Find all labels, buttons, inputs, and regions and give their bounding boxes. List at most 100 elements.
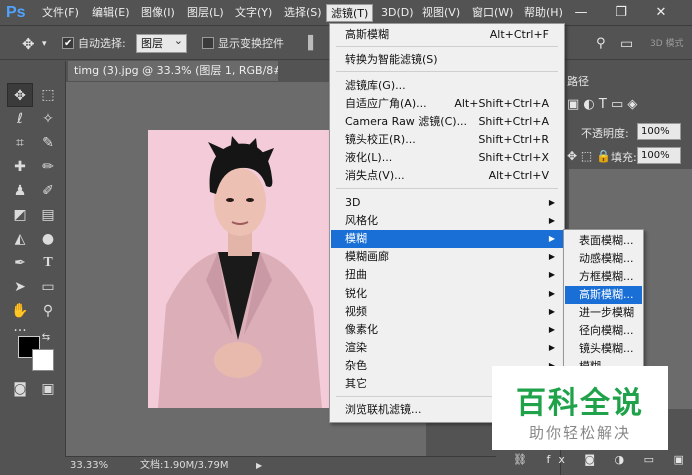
menu-edit[interactable]: 编辑(E): [88, 4, 134, 22]
menu-item-stylize[interactable]: 风格化 ▶: [331, 212, 563, 230]
menu-help[interactable]: 帮助(H): [520, 4, 567, 22]
menu-item-pixelate[interactable]: 像素化 ▶: [331, 321, 563, 339]
background-color-swatch[interactable]: [32, 349, 54, 371]
opacity-input[interactable]: 100%: [637, 123, 681, 140]
eraser-tool-icon[interactable]: ◩: [7, 203, 33, 227]
menu-item-vanishing-point[interactable]: 消失点(V)... Alt+Ctrl+V: [331, 167, 563, 185]
submenu-arrow-icon: ▶: [548, 289, 555, 298]
menu-filter[interactable]: 滤镜(T): [326, 4, 374, 22]
move-tool-icon[interactable]: ✥: [7, 83, 33, 107]
auto-select-dropdown[interactable]: 图层: [136, 32, 187, 53]
minimize-icon[interactable]: —: [566, 3, 596, 23]
menu-separator: [336, 46, 558, 47]
submenu-item-blur-more[interactable]: 进一步模糊: [565, 304, 642, 322]
watermark-subtitle: 助你轻松解决: [528, 424, 631, 442]
checkbox-icon[interactable]: [202, 37, 214, 49]
filter-menu: 高斯模糊 Alt+Ctrl+F 转换为智能滤镜(S) 滤镜库(G)... 自适应广…: [329, 23, 565, 423]
move-tool-icon[interactable]: ✥: [22, 35, 35, 53]
show-transform-label: 显示变换控件: [218, 37, 284, 50]
menu-separator: [336, 188, 558, 189]
submenu-item-radial-blur[interactable]: 径向模糊...: [565, 322, 642, 340]
menu-item-blur[interactable]: 模糊 ▶: [331, 230, 563, 248]
submenu-item-motion-blur[interactable]: 动感模糊...: [565, 250, 642, 268]
path-selection-tool-icon[interactable]: ➤: [7, 275, 33, 299]
menu-image[interactable]: 图像(I): [137, 4, 179, 22]
portrait-illustration: [148, 130, 330, 408]
menu-view[interactable]: 视图(V): [418, 4, 464, 22]
submenu-item-lens-blur[interactable]: 镜头模糊...: [565, 340, 642, 358]
fill-label: 填充:: [611, 151, 637, 164]
chevron-down-icon[interactable]: ▾: [42, 35, 47, 53]
menu-type[interactable]: 文字(Y): [231, 4, 276, 22]
dodge-tool-icon[interactable]: ●: [35, 227, 61, 251]
menu-layer[interactable]: 图层(L): [183, 4, 228, 22]
show-transform-checkbox[interactable]: 显示变换控件: [202, 35, 284, 53]
submenu-item-box-blur[interactable]: 方框模糊...: [565, 268, 642, 286]
lock-icon[interactable]: ✥ ⬚ 🔒: [567, 149, 611, 163]
status-arrow-icon[interactable]: ▶: [256, 457, 262, 475]
submenu-item-gaussian-blur[interactable]: 高斯模糊...: [565, 286, 642, 304]
submenu-arrow-icon: ▶: [548, 252, 555, 261]
menu-item-video[interactable]: 视频 ▶: [331, 303, 563, 321]
close-icon[interactable]: ✕: [646, 3, 676, 23]
submenu-arrow-icon: ▶: [548, 216, 555, 225]
menu-item-sharpen[interactable]: 锐化 ▶: [331, 285, 563, 303]
zoom-level[interactable]: 33.33%: [70, 457, 108, 475]
menu-select[interactable]: 选择(S): [280, 4, 326, 22]
gradient-tool-icon[interactable]: ▤: [35, 203, 61, 227]
document-tab[interactable]: timg (3).jpg @ 33.3% (图层 1, RGB/8#) * ×: [68, 61, 278, 81]
eyedropper-tool-icon[interactable]: ✎: [35, 131, 61, 155]
brush-tool-icon[interactable]: ✏: [35, 155, 61, 179]
paths-tab[interactable]: 路径: [567, 73, 589, 89]
submenu-arrow-icon: ▶: [548, 325, 555, 334]
pen-tool-icon[interactable]: ✒: [7, 251, 33, 275]
auto-select-label: 自动选择:: [78, 37, 126, 50]
checkbox-checked-icon[interactable]: [62, 35, 74, 53]
clone-stamp-tool-icon[interactable]: ♟: [7, 179, 33, 203]
blur-submenu: 表面模糊... 动感模糊... 方框模糊... 高斯模糊... 进一步模糊 径向…: [563, 229, 644, 371]
menu-item-last-filter[interactable]: 高斯模糊 Alt+Ctrl+F: [331, 26, 563, 44]
menu-item-filter-gallery[interactable]: 滤镜库(G)...: [331, 77, 563, 95]
menu-item-distort[interactable]: 扭曲 ▶: [331, 266, 563, 284]
submenu-item-surface-blur[interactable]: 表面模糊...: [565, 232, 642, 250]
filter-kind-icon[interactable]: ▣ ◐ T ▭ ◈: [567, 97, 637, 112]
fill-input[interactable]: 100%: [637, 147, 681, 164]
history-brush-tool-icon[interactable]: ✐: [35, 179, 61, 203]
menu-item-camera-raw[interactable]: Camera Raw 滤镜(C)... Shift+Ctrl+A: [331, 113, 563, 131]
marquee-tool-icon[interactable]: ⬚: [35, 83, 61, 107]
restore-icon[interactable]: ❐: [606, 3, 636, 23]
zoom-tool-icon[interactable]: ⚲: [35, 299, 61, 323]
lasso-tool-icon[interactable]: ℓ: [7, 107, 33, 131]
menu-item-render[interactable]: 渲染 ▶: [331, 339, 563, 357]
swap-colors-icon[interactable]: ⇆: [38, 331, 54, 345]
menu-item-blur-gallery[interactable]: 模糊画廊 ▶: [331, 248, 563, 266]
watermark-title: 百科全说: [516, 386, 644, 421]
opacity-label: 不透明度:: [581, 127, 629, 140]
rectangle-tool-icon[interactable]: ▭: [35, 275, 61, 299]
auto-select-checkbox[interactable]: 自动选择:: [62, 35, 126, 53]
magic-wand-tool-icon[interactable]: ✧: [35, 107, 61, 131]
photoshop-logo: Ps: [6, 4, 26, 21]
submenu-arrow-icon: ▶: [548, 270, 555, 279]
menu-item-3d[interactable]: 3D ▶: [331, 194, 563, 212]
menu-item-liquify[interactable]: 液化(L)... Shift+Ctrl+X: [331, 149, 563, 167]
workspace-icon[interactable]: ▭: [620, 35, 633, 53]
menu-3d[interactable]: 3D(D): [377, 4, 418, 22]
submenu-arrow-icon: ▶: [548, 343, 555, 352]
healing-brush-tool-icon[interactable]: ✚: [7, 155, 33, 179]
search-icon[interactable]: ⚲: [596, 35, 606, 53]
screen-mode-icon[interactable]: ▣: [35, 377, 61, 401]
align-icon[interactable]: ▐: [303, 35, 313, 53]
document-title: timg (3).jpg @ 33.3% (图层 1, RGB/8#) *: [74, 64, 278, 77]
crop-tool-icon[interactable]: ⌗: [7, 131, 33, 155]
blur-tool-icon[interactable]: ◭: [7, 227, 33, 251]
status-bar: 33.33% 文档:1.90M/3.79M ▶: [66, 456, 496, 475]
menu-window[interactable]: 窗口(W): [468, 4, 517, 22]
menu-item-lens-correction[interactable]: 镜头校正(R)... Shift+Ctrl+R: [331, 131, 563, 149]
type-tool-icon[interactable]: T: [35, 251, 61, 275]
quick-mask-icon[interactable]: ◙: [7, 377, 33, 401]
menu-item-adaptive-wide-angle[interactable]: 自适应广角(A)... Alt+Shift+Ctrl+A: [331, 95, 563, 113]
layer-bottom-icons[interactable]: ⛓ fx ◙ ◑ ▭ ▣ 🗑: [513, 453, 692, 466]
menu-file[interactable]: 文件(F): [38, 4, 83, 22]
menu-item-convert-smart-filter[interactable]: 转换为智能滤镜(S): [331, 51, 563, 69]
